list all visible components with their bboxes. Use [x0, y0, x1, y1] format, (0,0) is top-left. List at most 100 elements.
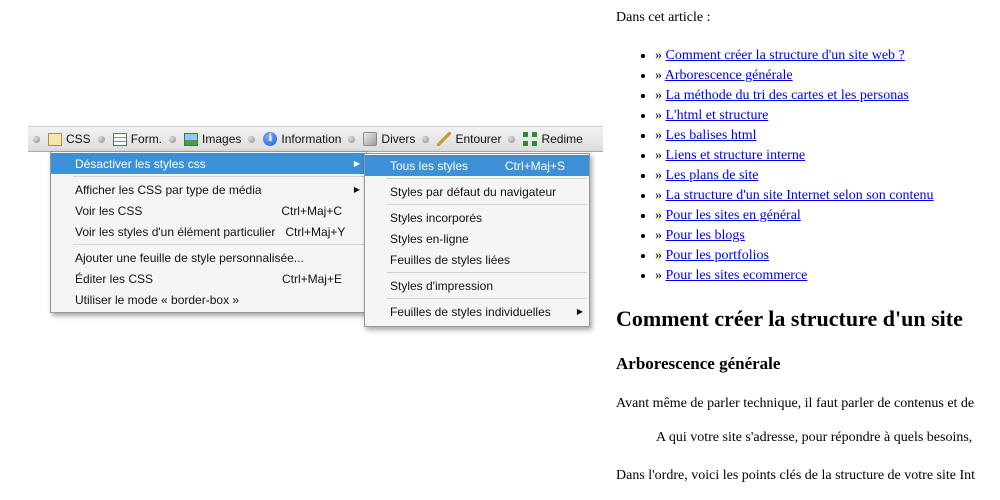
- menu-item-label: Afficher les CSS par type de média: [75, 182, 262, 197]
- menu-item-label: Utiliser le mode « border-box »: [75, 292, 240, 307]
- toolbar-redimensionner-button[interactable]: Redime: [521, 132, 584, 146]
- submenu-arrow-icon: ▶: [576, 307, 583, 316]
- toc-prefix: »: [655, 68, 662, 83]
- toc-link[interactable]: Pour les sites ecommerce: [666, 268, 808, 283]
- cube-icon: [363, 132, 378, 146]
- toc-list-item: » Pour les portfolios: [655, 246, 934, 266]
- menu-item-label: Styles incorporés: [390, 210, 483, 225]
- article-heading-1: Comment créer la structure d'un site: [616, 306, 963, 331]
- toc-prefix: »: [655, 128, 662, 143]
- css-icon: [48, 132, 62, 146]
- menu-item-label: Styles par défaut du navigateur: [390, 184, 557, 199]
- menu-item-border-box-mode[interactable]: Utiliser le mode « border-box »: [51, 289, 366, 310]
- toc-link[interactable]: Comment créer la structure d'un site web…: [666, 48, 905, 63]
- toolbar-images-button[interactable]: Images: [182, 132, 243, 146]
- menu-item-label: Styles d'impression: [390, 278, 493, 293]
- toc-list-item: » Liens et structure interne: [655, 146, 934, 166]
- submenu-item-print-styles[interactable]: Styles d'impression: [365, 275, 589, 296]
- menu-item-label: Ajouter une feuille de style personnalis…: [75, 250, 304, 265]
- toolbar-entourer-button[interactable]: Entourer: [435, 132, 503, 146]
- menu-item-label: Tous les styles: [390, 158, 469, 173]
- menu-item-label: Voir les styles d'un élément particulier: [75, 224, 276, 239]
- toc-list-item: » Arborescence générale: [655, 66, 934, 86]
- toc-prefix: »: [655, 268, 662, 283]
- toc-link[interactable]: Pour les blogs: [666, 228, 745, 243]
- toc-prefix: »: [655, 168, 662, 183]
- toc-link[interactable]: Les plans de site: [666, 168, 759, 183]
- menu-separator: [73, 176, 364, 177]
- toc-list-item: » Comment créer la structure d'un site w…: [655, 46, 934, 66]
- toc-list-item: » Pour les sites ecommerce: [655, 266, 934, 286]
- toc-link[interactable]: La méthode du tri des cartes et les pers…: [666, 88, 909, 103]
- toc-link[interactable]: Liens et structure interne: [666, 148, 806, 163]
- toolbar-css-button[interactable]: CSS: [46, 132, 93, 146]
- toc-list-item: » L'html et structure: [655, 106, 934, 126]
- resize-icon: [523, 132, 538, 146]
- submenu-item-browser-default-styles[interactable]: Styles par défaut du navigateur: [365, 181, 589, 202]
- submenu-item-inline-styles[interactable]: Styles en-ligne: [365, 228, 589, 249]
- separator-dot-icon: [348, 135, 356, 143]
- menu-item-view-css[interactable]: Voir les CSS Ctrl+Maj+C: [51, 200, 366, 221]
- toc-list-item: » La méthode du tri des cartes et les pe…: [655, 86, 934, 106]
- menu-item-view-element-styles[interactable]: Voir les styles d'un élément particulier…: [51, 221, 366, 242]
- pencil-icon: [437, 132, 452, 146]
- toc-prefix: »: [655, 208, 662, 223]
- menu-item-label: Styles en-ligne: [390, 231, 469, 246]
- toc-link[interactable]: Arborescence générale: [665, 68, 793, 83]
- disable-styles-submenu: Tous les styles Ctrl+Maj+S Styles par dé…: [364, 153, 590, 327]
- submenu-item-all-styles[interactable]: Tous les styles Ctrl+Maj+S: [365, 155, 589, 176]
- submenu-item-linked-stylesheets[interactable]: Feuilles de styles liées: [365, 249, 589, 270]
- toolbar-images-label: Images: [202, 132, 242, 146]
- menu-item-shortcut: Ctrl+Maj+Y: [285, 224, 346, 239]
- toc-link[interactable]: Les balises html: [666, 128, 757, 143]
- toolbar-information-label: Information: [281, 132, 342, 146]
- toc-link[interactable]: L'html et structure: [666, 108, 769, 123]
- toc-list-item: » Les balises html: [655, 126, 934, 146]
- toolbar-grip-icon: [33, 135, 40, 143]
- submenu-arrow-icon: ▶: [353, 159, 360, 168]
- separator-dot-icon: [508, 135, 516, 143]
- toc-list-item: » Pour les blogs: [655, 226, 934, 246]
- menu-item-edit-css[interactable]: Éditer les CSS Ctrl+Maj+E: [51, 268, 366, 289]
- images-icon: [184, 132, 199, 146]
- toc-link[interactable]: Pour les portfolios: [666, 248, 769, 263]
- submenu-arrow-icon: ▶: [353, 185, 360, 194]
- submenu-item-embedded-styles[interactable]: Styles incorporés: [365, 207, 589, 228]
- separator-dot-icon: [422, 135, 430, 143]
- toc-prefix: »: [655, 148, 662, 163]
- menu-item-disable-css[interactable]: Désactiver les styles css ▶: [51, 153, 366, 174]
- toolbar-information-button[interactable]: i Information: [261, 132, 343, 146]
- form-icon: [112, 132, 127, 146]
- toc-link[interactable]: Pour les sites en général: [666, 208, 801, 223]
- toc-intro: Dans cet article :: [616, 10, 711, 25]
- toc-list-item: » La structure d'un site Internet selon …: [655, 186, 934, 206]
- menu-item-label: Éditer les CSS: [75, 271, 154, 286]
- menu-separator: [387, 178, 587, 179]
- menu-item-css-by-media[interactable]: Afficher les CSS par type de média ▶: [51, 179, 366, 200]
- toolbar-form-button[interactable]: Form.: [111, 132, 164, 146]
- article-heading-2: Arborescence générale: [616, 354, 781, 373]
- toc-list-item: » Les plans de site: [655, 166, 934, 186]
- toc-prefix: »: [655, 188, 662, 203]
- article-paragraph: Avant même de parler technique, il faut …: [616, 396, 975, 411]
- separator-dot-icon: [169, 135, 177, 143]
- css-dropdown-menu: Désactiver les styles css ▶ Afficher les…: [50, 151, 367, 313]
- toolbar-css-label: CSS: [66, 132, 91, 146]
- toolbar-divers-button[interactable]: Divers: [361, 132, 417, 146]
- toc-link[interactable]: La structure d'un site Internet selon so…: [666, 188, 934, 203]
- menu-item-shortcut: Ctrl+Maj+C: [281, 203, 342, 218]
- toolbar-entourer-label: Entourer: [455, 132, 502, 146]
- toc-prefix: »: [655, 248, 662, 263]
- menu-item-label: Feuilles de styles liées: [390, 252, 511, 267]
- article-blockquote: A qui votre site s'adresse, pour répondr…: [656, 430, 973, 445]
- menu-item-add-user-stylesheet[interactable]: Ajouter une feuille de style personnalis…: [51, 247, 366, 268]
- menu-separator: [387, 204, 587, 205]
- toolbar-form-label: Form.: [130, 132, 163, 146]
- toc-prefix: »: [655, 88, 662, 103]
- menu-item-label: Voir les CSS: [75, 203, 143, 218]
- web-developer-toolbar: CSS Form. Images i Information Divers En…: [28, 126, 603, 152]
- separator-dot-icon: [248, 135, 256, 143]
- menu-separator: [73, 244, 364, 245]
- submenu-item-individual-stylesheets[interactable]: Feuilles de styles individuelles ▶: [365, 301, 589, 322]
- article-paragraph: Dans l'ordre, voici les points clés de l…: [616, 468, 976, 483]
